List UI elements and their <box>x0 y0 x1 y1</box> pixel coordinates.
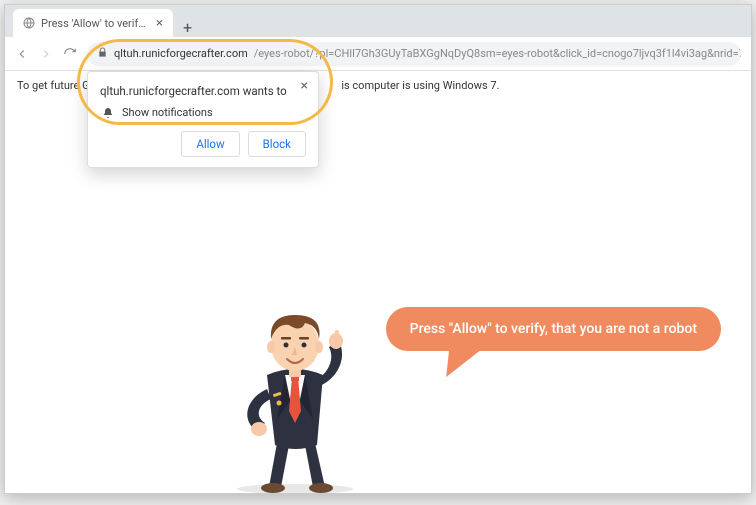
new-tab-button[interactable]: + <box>173 18 202 37</box>
speech-tail <box>446 343 490 377</box>
permission-suffix: wants to <box>243 84 287 98</box>
permission-label: Show notifications <box>122 106 213 119</box>
url-path: /eyes-robot/?pl=CHlI7Gh3GUyTaBXGgNqDyQ8s… <box>254 47 741 60</box>
businessman-illustration <box>205 293 385 493</box>
browser-tab[interactable]: Press 'Allow' to verify, that yo a × <box>13 9 173 37</box>
tab-bar: Press 'Allow' to verify, that yo a × + <box>5 5 751 37</box>
close-icon[interactable]: × <box>301 78 308 94</box>
allow-button[interactable]: Allow <box>181 131 239 157</box>
url-field[interactable]: qltuh.runicforgecrafter.com/eyes-robot/?… <box>87 42 741 66</box>
tab-title: Press 'Allow' to verify, that yo a <box>41 17 150 30</box>
notification-permission-popup: × qltuh.runicforgecrafter.com wants to S… <box>87 71 319 168</box>
back-button[interactable] <box>15 47 29 61</box>
bell-icon <box>102 107 114 119</box>
text-right: is computer is using Windows 7. <box>341 79 499 92</box>
permission-site: qltuh.runicforgecrafter.com <box>100 84 240 98</box>
reload-button[interactable] <box>63 47 77 61</box>
url-domain: qltuh.runicforgecrafter.com <box>114 47 248 60</box>
text-left: To get future Go <box>17 79 96 92</box>
browser-window: Press 'Allow' to verify, that yo a × + q… <box>4 4 752 494</box>
speech-bubble: Press "Allow" to verify, that you are no… <box>386 307 721 351</box>
permission-row-notifications: Show notifications <box>100 106 306 119</box>
globe-icon <box>23 17 35 29</box>
block-button[interactable]: Block <box>248 131 306 157</box>
speech-bubble-text: Press "Allow" to verify, that you are no… <box>386 307 721 351</box>
forward-button[interactable] <box>39 47 53 61</box>
address-bar: qltuh.runicforgecrafter.com/eyes-robot/?… <box>5 37 751 71</box>
permission-buttons: Allow Block <box>100 131 306 157</box>
close-tab-icon[interactable]: × <box>156 16 163 31</box>
permission-heading: qltuh.runicforgecrafter.com wants to <box>100 84 306 98</box>
lock-icon <box>97 47 108 61</box>
page-content: To get future Go is computer is using Wi… <box>5 71 751 493</box>
